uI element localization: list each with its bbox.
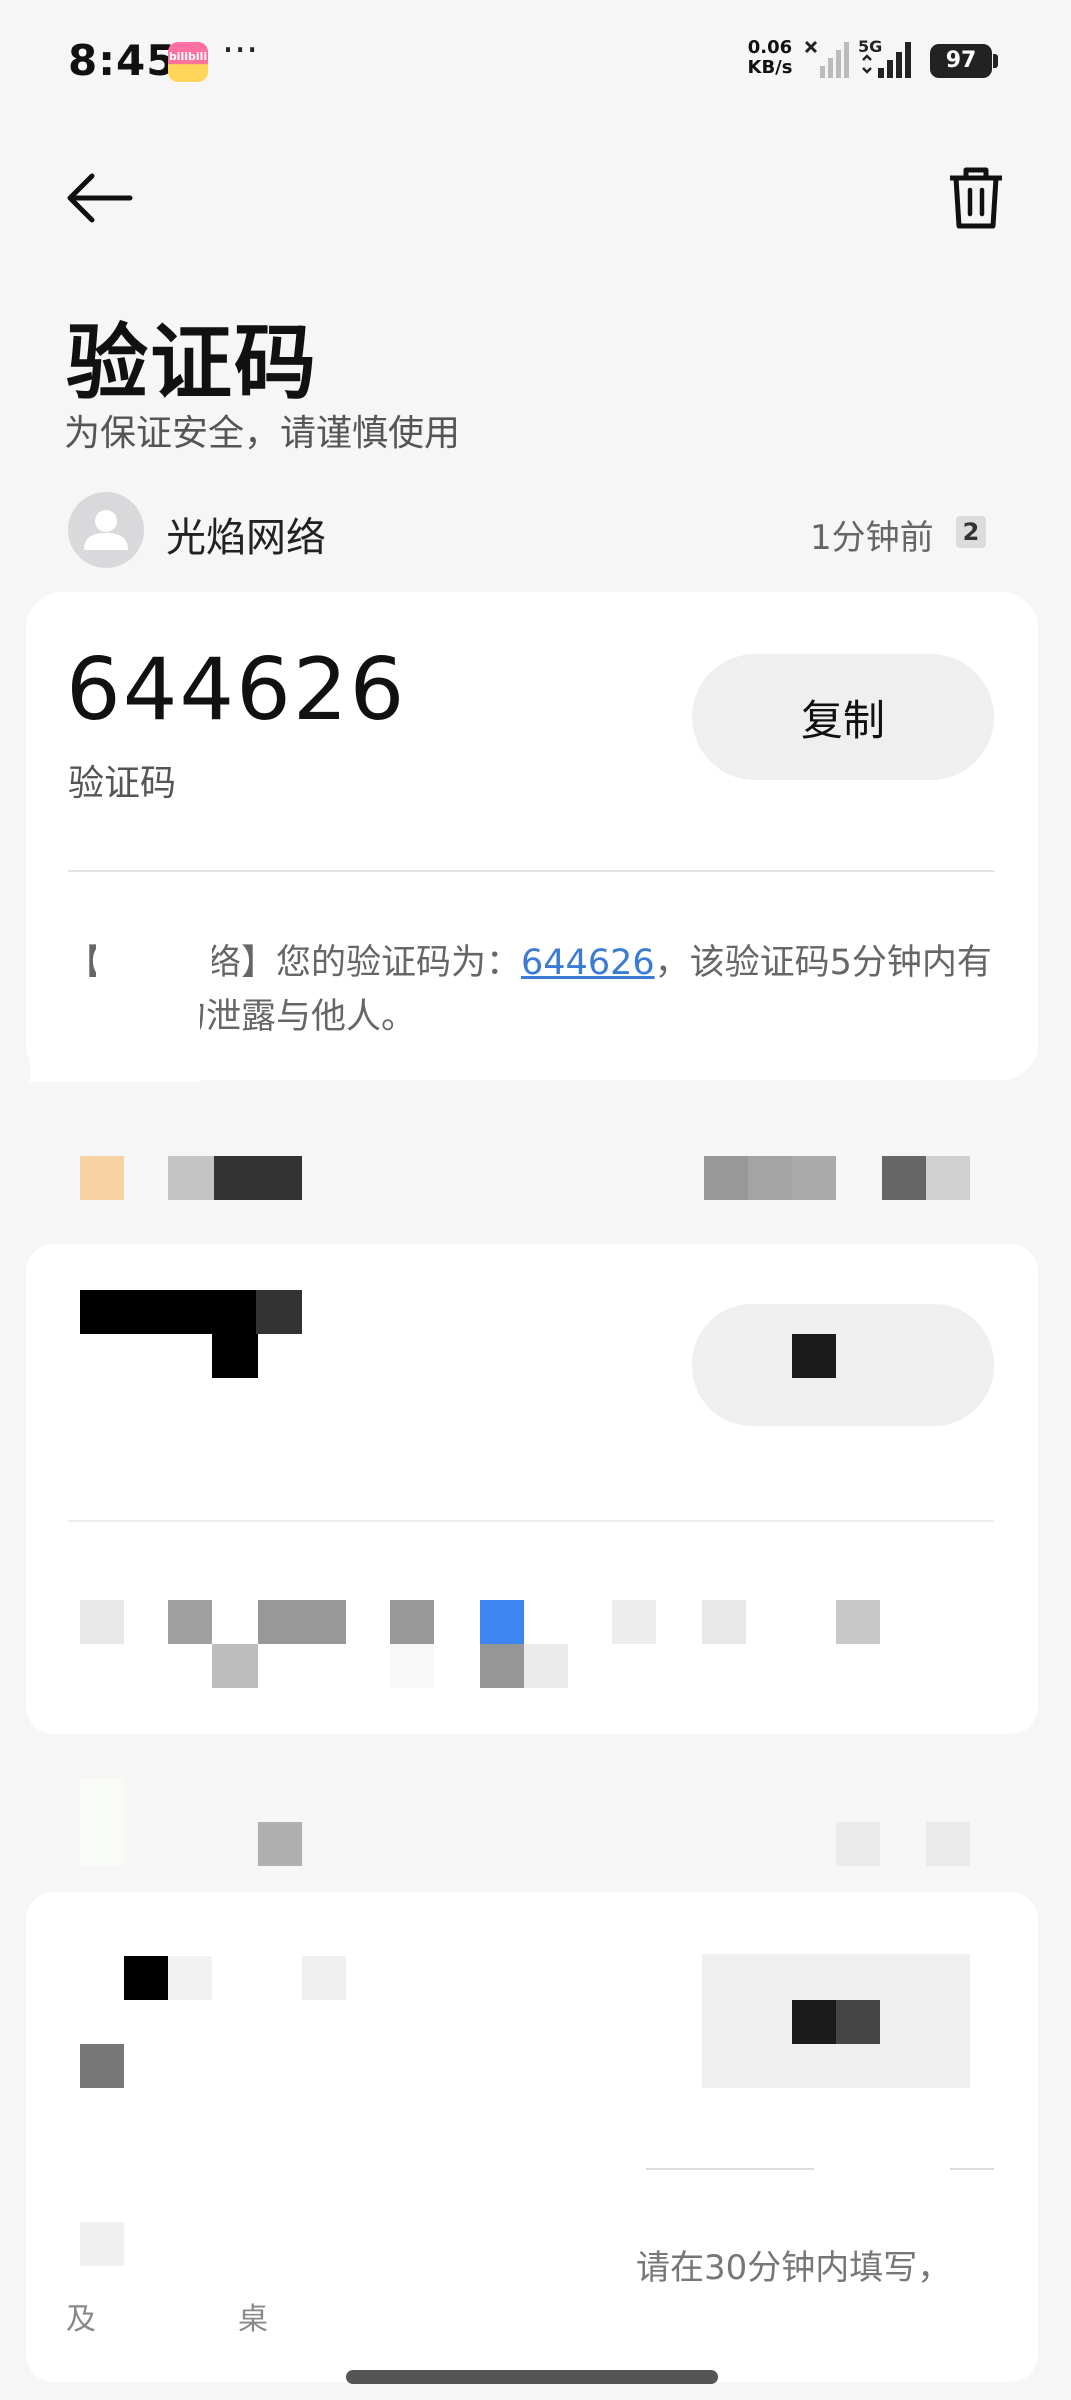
trash-icon[interactable] — [946, 164, 1006, 232]
sim2-5g-signal-icon: 5G — [858, 38, 911, 78]
message-time: 1分钟前 — [810, 518, 934, 558]
pixel-block — [950, 2168, 994, 2170]
pixel-block — [926, 1156, 970, 1200]
battery-tip — [993, 54, 998, 68]
pixel-block — [390, 1600, 434, 1644]
page-subtitle: 为保证安全，请谨慎使用 — [64, 413, 461, 454]
pixel-block — [168, 1156, 214, 1200]
sim-badge: 2 — [956, 516, 986, 548]
verification-code: 644626 — [66, 640, 407, 740]
pixel-block — [524, 1644, 568, 1688]
sim1-no-signal-icon — [804, 40, 849, 78]
pixel-block — [258, 1600, 346, 1644]
pixel-block — [792, 1156, 836, 1200]
network-speed-unit: KB/s — [747, 57, 793, 78]
pixelated-mask — [30, 992, 200, 1082]
pixel-block — [792, 2000, 836, 2044]
card-divider — [68, 870, 994, 872]
pixel-block — [612, 1600, 656, 1644]
obscured-tip-text: 请在30分钟内填写， — [636, 2248, 952, 2288]
network-type-label: 5G — [858, 38, 882, 56]
obscured-glyph: 及 — [66, 2302, 96, 2337]
home-indicator[interactable] — [346, 2370, 718, 2384]
pixelated-mask — [96, 936, 212, 978]
pixel-block — [836, 2000, 880, 2044]
network-speed: 0.06 KB/s — [746, 38, 794, 78]
pixel-block — [212, 1644, 258, 1688]
verification-code-label: 验证码 — [68, 763, 177, 804]
pixel-block — [80, 2044, 124, 2088]
more-notifications-icon: ··· — [222, 28, 259, 72]
person-icon — [84, 510, 128, 550]
pixel-block — [80, 1290, 256, 1334]
pixel-block — [80, 1778, 124, 1866]
status-time: 8:45 — [68, 36, 177, 85]
pixel-block — [214, 1156, 302, 1200]
pixel-block — [80, 1600, 124, 1644]
pixel-block — [168, 1956, 212, 2000]
back-arrow-icon[interactable] — [64, 170, 134, 226]
pixel-block — [748, 1156, 792, 1200]
pixel-block — [80, 1156, 124, 1200]
obscured-glyph: 桌 — [238, 2302, 268, 2337]
pixel-block — [124, 1956, 168, 2000]
bilibili-icon-text: bilibili — [168, 50, 208, 63]
pixel-block — [480, 1600, 524, 1644]
pixel-block — [882, 1156, 926, 1200]
copy-button[interactable]: 复制 — [692, 654, 994, 780]
pixel-block — [80, 2222, 124, 2266]
sender-name: 光焰网络 — [166, 515, 326, 561]
pixel-block — [836, 1822, 880, 1866]
bilibili-app-icon: bilibili — [168, 42, 208, 82]
pixel-block — [792, 1334, 836, 1378]
battery-icon: 97 — [930, 44, 992, 78]
pixel-block — [68, 1520, 994, 1522]
pixel-block — [390, 1644, 434, 1688]
pixel-block — [480, 1644, 524, 1688]
pixel-block — [168, 1600, 212, 1644]
pixel-block — [258, 1822, 302, 1866]
pixel-block — [212, 1334, 258, 1378]
pixel-block — [926, 1822, 970, 1866]
network-speed-value: 0.06 — [747, 37, 793, 58]
obscured-button — [692, 1304, 994, 1426]
pixel-block — [302, 1956, 346, 2000]
pixel-block — [256, 1290, 302, 1334]
pixel-block — [704, 1156, 748, 1200]
message-code-link[interactable]: 644626 — [521, 943, 655, 983]
pixel-block — [702, 1600, 746, 1644]
sender-avatar[interactable] — [68, 492, 144, 568]
pixel-block — [836, 1600, 880, 1644]
pixel-block — [646, 2168, 814, 2170]
page-title: 验证码 — [66, 316, 319, 411]
